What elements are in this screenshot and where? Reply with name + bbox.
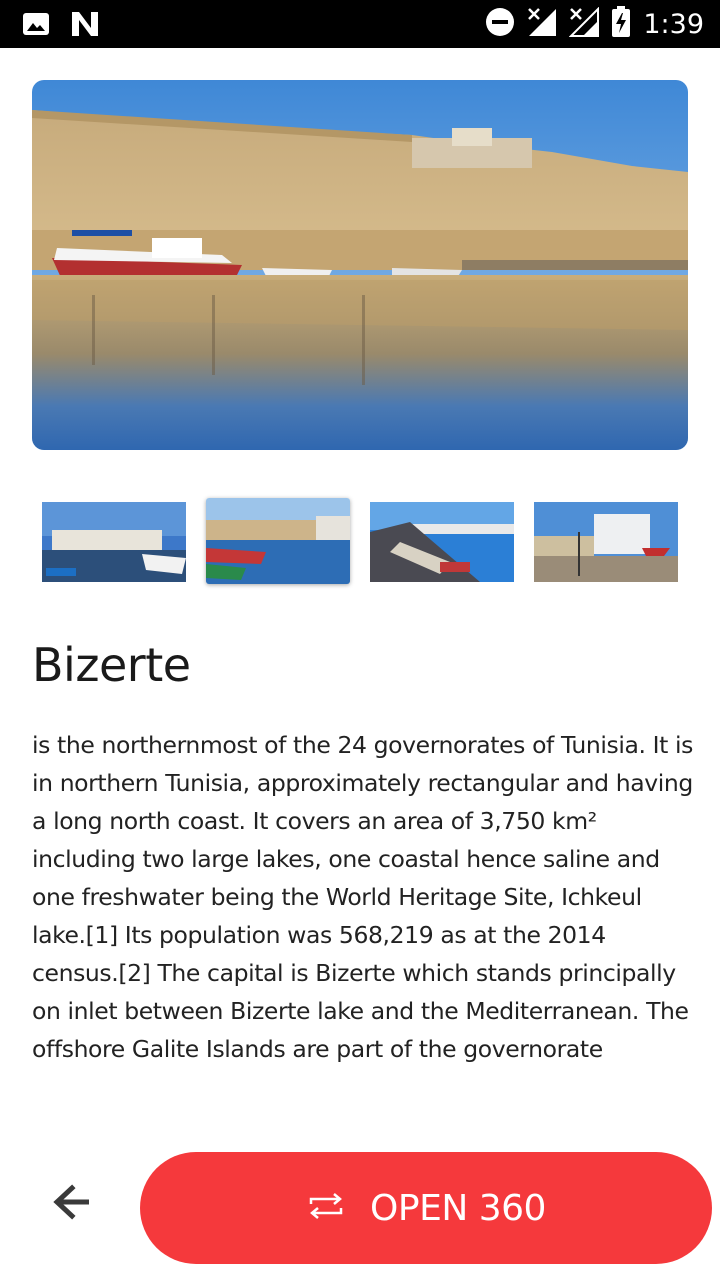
- signal-no-data-icon: [527, 7, 557, 41]
- thumbnail-4[interactable]: [534, 502, 678, 582]
- place-description: is the northernmost of the 24 governorat…: [32, 731, 694, 1063]
- repeat-icon: [306, 1191, 346, 1225]
- open-360-label: OPEN 360: [370, 1187, 546, 1229]
- thumbnail-1[interactable]: [42, 502, 186, 582]
- thumbnail-3[interactable]: [370, 502, 514, 582]
- back-button[interactable]: [40, 1172, 104, 1236]
- hero-image-illustration: [32, 80, 688, 450]
- do-not-disturb-icon: [485, 7, 515, 41]
- place-title: Bizerte: [32, 638, 191, 692]
- arrow-back-icon: [52, 1184, 92, 1224]
- open-360-button[interactable]: OPEN 360: [140, 1152, 712, 1264]
- signal-no-data-icon: [568, 6, 600, 41]
- thumbnail-gallery: [42, 498, 678, 586]
- thumbnail-2[interactable]: [206, 498, 350, 584]
- hero-image[interactable]: [32, 80, 688, 450]
- status-time: 1:39: [643, 8, 704, 40]
- n-logo-icon: [70, 10, 100, 42]
- status-bar: 1:39: [0, 0, 720, 48]
- battery-charging-icon: [611, 6, 631, 42]
- image-icon: [22, 12, 50, 40]
